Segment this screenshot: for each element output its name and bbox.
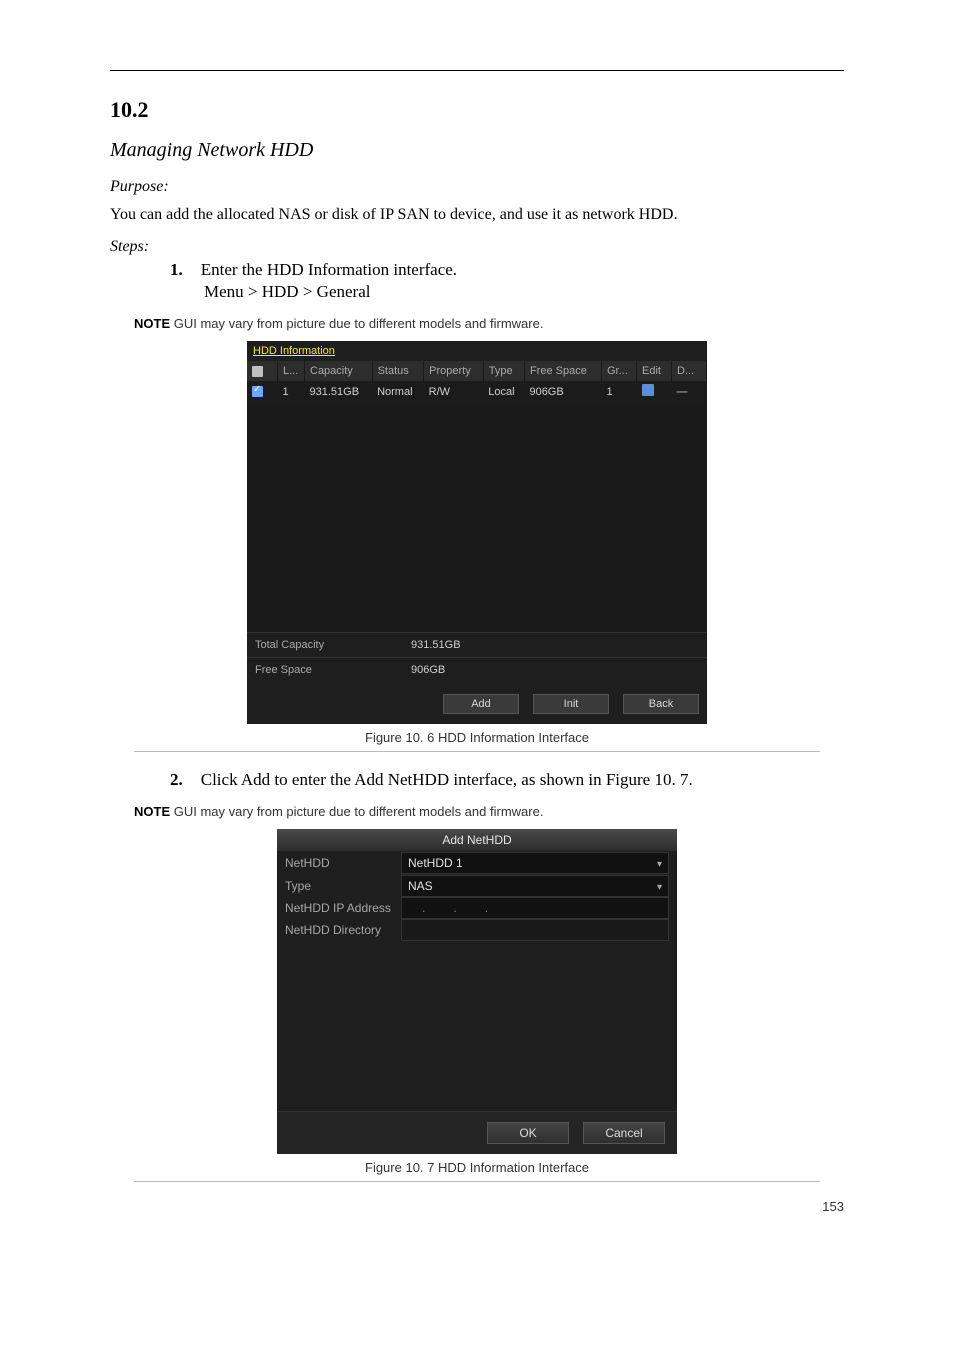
cell-property: R/W <box>424 381 484 402</box>
total-capacity-label: Total Capacity <box>247 633 403 657</box>
figure-1-screenshot: HDD Information L... Capacity Status Pro… <box>247 341 707 724</box>
hdd-table: L... Capacity Status Property Type Free … <box>247 361 707 402</box>
button-row: Add Init Back <box>247 682 707 724</box>
select-all-checkbox[interactable] <box>252 366 263 377</box>
nethdd-label: NetHDD <box>285 856 401 870</box>
cell-group: 1 <box>602 381 637 402</box>
hdd-info-tab[interactable]: HDD Information <box>247 341 341 361</box>
figure-2-caption: Figure 10. 7 HDD Information Interface <box>110 1160 844 1175</box>
col-edit: Edit <box>637 361 672 381</box>
menu-path: Menu > HDD > General <box>204 282 844 302</box>
purpose-text: You can add the allocated NAS or disk of… <box>110 206 844 224</box>
table-row[interactable]: 1 931.51GB Normal R/W Local 906GB 1 — <box>247 381 707 402</box>
chevron-down-icon: ▾ <box>657 878 662 898</box>
dir-input[interactable] <box>401 919 669 941</box>
type-label: Type <box>285 879 401 893</box>
step-2: 2.Click Add to enter the Add NetHDD inte… <box>170 770 844 790</box>
note-2-label: NOTE <box>134 804 170 819</box>
cell-l: 1 <box>278 381 305 402</box>
figure-1-caption: Figure 10. 6 HDD Information Interface <box>110 730 844 745</box>
page-number: 153 <box>822 1199 844 1214</box>
step-1-text: Enter the HDD Information interface. <box>201 260 457 279</box>
edit-icon[interactable] <box>642 384 654 396</box>
col-l: L... <box>278 361 305 381</box>
note-1: NOTE GUI may vary from picture due to di… <box>134 316 820 331</box>
free-space-value: 906GB <box>403 658 707 682</box>
back-button[interactable]: Back <box>623 694 699 714</box>
section-number: 10.2 <box>110 97 844 123</box>
col-delete: D... <box>672 361 707 381</box>
note-1-text: GUI may vary from picture due to differe… <box>174 316 544 331</box>
col-free: Free Space <box>524 361 601 381</box>
dir-label: NetHDD Directory <box>285 923 401 937</box>
type-row: Type NAS ▾ <box>277 875 677 897</box>
table-empty-area <box>247 402 707 632</box>
type-value: NAS <box>408 879 433 893</box>
figure-2-screenshot: Add NetHDD NetHDD NetHDD 1 ▾ Type NAS ▾ Ne… <box>277 829 677 1154</box>
note-2: NOTE GUI may vary from picture due to di… <box>134 804 820 819</box>
figure-2-rule <box>134 1181 820 1182</box>
step-1: 1.Enter the HDD Information interface. <box>170 260 844 280</box>
cancel-button[interactable]: Cancel <box>583 1122 665 1144</box>
section-title: Managing Network HDD <box>110 139 844 162</box>
ip-row: NetHDD IP Address ... <box>277 897 677 919</box>
ip-label: NetHDD IP Address <box>285 901 401 915</box>
init-button[interactable]: Init <box>533 694 609 714</box>
col-type: Type <box>483 361 524 381</box>
total-capacity-row: Total Capacity 931.51GB <box>247 632 707 657</box>
col-status: Status <box>372 361 424 381</box>
ok-button[interactable]: OK <box>487 1122 569 1144</box>
dialog-title: Add NetHDD <box>277 829 677 851</box>
nethdd-value: NetHDD 1 <box>408 856 463 870</box>
cell-capacity: 931.51GB <box>305 381 373 402</box>
free-space-row: Free Space 906GB <box>247 657 707 682</box>
cell-status: Normal <box>372 381 424 402</box>
col-group: Gr... <box>602 361 637 381</box>
steps-heading: Steps: <box>110 238 844 256</box>
free-space-label: Free Space <box>247 658 403 682</box>
step-2-text: Click Add to enter the Add NetHDD interf… <box>201 770 693 789</box>
col-capacity: Capacity <box>305 361 373 381</box>
nethdd-select[interactable]: NetHDD 1 ▾ <box>401 852 669 874</box>
total-capacity-value: 931.51GB <box>403 633 707 657</box>
col-property: Property <box>424 361 484 381</box>
dialog-button-row: OK Cancel <box>277 1111 677 1154</box>
purpose-heading: Purpose: <box>110 178 844 196</box>
cell-free: 906GB <box>524 381 601 402</box>
cell-type: Local <box>483 381 524 402</box>
row-checkbox[interactable] <box>252 386 263 397</box>
ip-input[interactable]: ... <box>401 897 669 919</box>
type-select[interactable]: NAS ▾ <box>401 875 669 897</box>
add-button[interactable]: Add <box>443 694 519 714</box>
chevron-down-icon: ▾ <box>657 855 662 875</box>
dialog-body-spacer <box>277 941 677 1111</box>
figure-1-rule <box>134 751 820 752</box>
delete-icon[interactable]: — <box>677 386 688 398</box>
note-2-text: GUI may vary from picture due to differe… <box>174 804 544 819</box>
dir-row: NetHDD Directory <box>277 919 677 941</box>
note-1-label: NOTE <box>134 316 170 331</box>
top-rule <box>110 70 844 71</box>
nethdd-row: NetHDD NetHDD 1 ▾ <box>277 851 677 875</box>
hdd-table-header: L... Capacity Status Property Type Free … <box>247 361 707 381</box>
